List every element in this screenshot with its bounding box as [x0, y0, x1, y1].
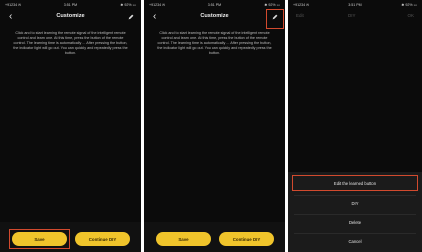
- page-title: Customize: [200, 13, 229, 19]
- status-bar: +91234 ✉ 3:51 PM ✱ 92% ▭: [288, 0, 422, 9]
- cancel-option[interactable]: Cancel: [294, 233, 416, 248]
- status-time: 3:51 PM: [207, 2, 222, 7]
- status-time: 3:51 PM: [348, 2, 362, 7]
- continue-diy-button[interactable]: Continue DIY: [75, 232, 130, 246]
- bottom-bar: Save Continue DIY: [0, 222, 141, 252]
- delete-option[interactable]: Delete: [294, 214, 416, 229]
- page-title: Customize: [56, 13, 85, 19]
- instruction-text: Click and to start learning the remote s…: [157, 31, 272, 55]
- phone-screen-1: +91234 ✉ 3:51 PM ✱ 92% ▭ ‹ Customize Cli…: [0, 0, 141, 252]
- dimmed-header-right: OK: [407, 13, 414, 18]
- phone-screen-2: +91234 ✉ 3:51 PM ✱ 92% ▭ ‹ Customize Cli…: [144, 0, 285, 252]
- instruction-text: Click and to start learning the remote s…: [13, 31, 128, 55]
- continue-diy-button[interactable]: Continue DIY: [219, 232, 274, 246]
- dimmed-header-center: DIY: [348, 13, 356, 18]
- phone-screen-3: +91234 ✉ 3:51 PM ✱ 92% ▭ Edit DIY OK Edi…: [288, 0, 422, 252]
- status-time: 3:51 PM: [63, 2, 78, 7]
- status-bar: +91234 ✉ 3:51 PM ✱ 92% ▭: [0, 0, 141, 9]
- nav-header: ‹ Customize: [144, 9, 285, 29]
- diy-option[interactable]: DIY: [294, 195, 416, 210]
- action-sheet: Edit the learned button DIY Delete Cance…: [288, 172, 422, 252]
- save-button[interactable]: Save: [12, 232, 67, 246]
- dimmed-header: Edit DIY OK: [288, 10, 422, 22]
- bottom-bar: Save Continue DIY: [144, 222, 285, 252]
- pencil-icon[interactable]: [272, 14, 278, 20]
- pencil-icon[interactable]: [128, 14, 134, 20]
- save-button[interactable]: Save: [156, 232, 211, 246]
- dimmed-header-left: Edit: [296, 13, 304, 18]
- nav-header: ‹ Customize: [0, 9, 141, 25]
- edit-learned-button-option[interactable]: Edit the learned button: [294, 176, 416, 190]
- status-bar: +91234 ✉ 3:51 PM ✱ 92% ▭: [144, 0, 285, 9]
